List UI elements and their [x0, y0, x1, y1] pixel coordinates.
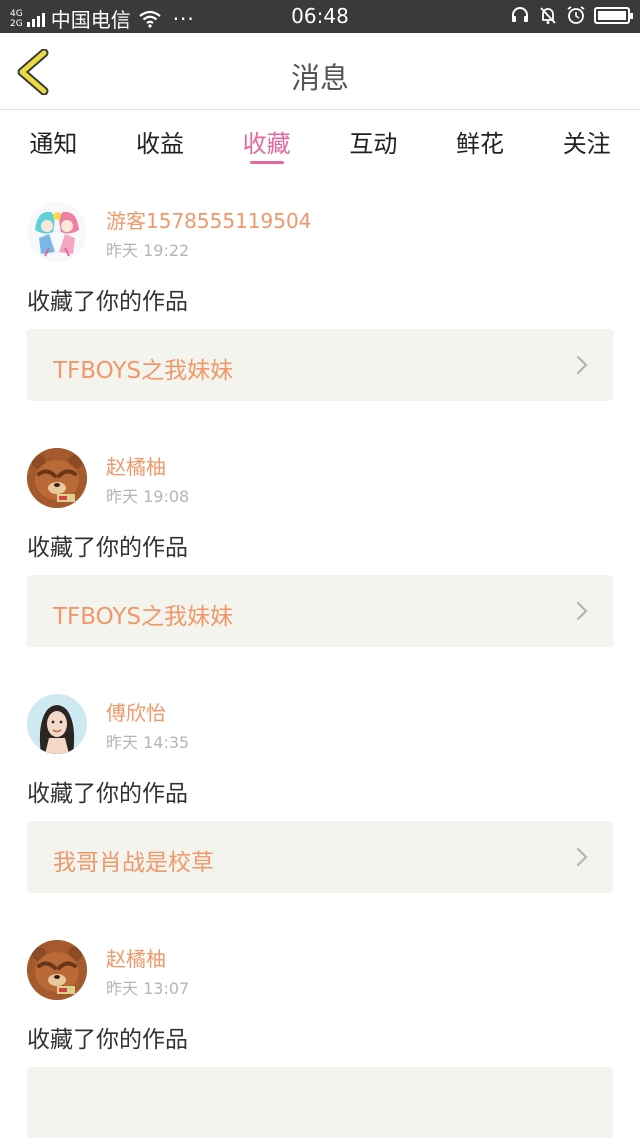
timestamp: 昨天 14:35 — [106, 733, 190, 752]
work-link[interactable] — [27, 1067, 613, 1138]
tab-label: 鲜花 — [456, 130, 505, 158]
active-tab-indicator — [249, 161, 284, 164]
status-right — [510, 5, 633, 25]
tab-notifications[interactable]: 通知 — [0, 110, 107, 172]
timestamp: 昨天 13:07 — [106, 979, 190, 998]
work-title: TFBOYS之我妹妹 — [53, 604, 234, 630]
message-list: 游客1578555119504 昨天 19:22 收藏了你的作品 TFBOYS之… — [0, 172, 640, 1138]
page-title: 消息 — [290, 61, 349, 95]
avatar[interactable] — [27, 940, 87, 1000]
avatar[interactable] — [27, 694, 87, 754]
action-text: 收藏了你的作品 — [27, 781, 188, 807]
tab-interactions[interactable]: 互动 — [320, 110, 427, 172]
girl-photo-avatar-icon — [27, 694, 87, 754]
username[interactable]: 赵橘柚 — [106, 943, 166, 972]
work-title: 我哥肖战是校草 — [53, 850, 214, 876]
anime-avatar-icon — [27, 202, 87, 262]
status-bar: 4G 2G 中国电信 ··· 06:48 — [0, 0, 640, 33]
tab-flowers[interactable]: 鲜花 — [427, 110, 534, 172]
title-bar: 消息 — [0, 33, 640, 110]
username[interactable]: 赵橘柚 — [106, 451, 166, 480]
action-text: 收藏了你的作品 — [27, 535, 188, 561]
chevron-right-icon — [576, 847, 588, 867]
message-card: 赵橘柚 昨天 19:08 收藏了你的作品 TFBOYS之我妹妹 — [0, 418, 640, 664]
message-card: 傅欣怡 昨天 14:35 收藏了你的作品 我哥肖战是校草 — [0, 664, 640, 910]
tab-label: 关注 — [562, 130, 611, 158]
tab-label: 收藏 — [242, 130, 291, 158]
tab-following[interactable]: 关注 — [533, 110, 640, 172]
tab-label: 通知 — [29, 130, 78, 158]
work-link[interactable]: TFBOYS之我妹妹 — [27, 329, 613, 401]
chevron-right-icon — [576, 601, 588, 621]
timestamp: 昨天 19:08 — [106, 487, 190, 506]
alarm-icon — [567, 6, 585, 24]
work-link[interactable]: 我哥肖战是校草 — [27, 821, 613, 893]
username[interactable]: 游客1578555119504 — [106, 205, 311, 234]
work-link[interactable]: TFBOYS之我妹妹 — [27, 575, 613, 647]
tab-label: 收益 — [136, 130, 184, 158]
bear-avatar-icon — [27, 448, 87, 508]
work-title: TFBOYS之我妹妹 — [53, 358, 234, 384]
message-card: 游客1578555119504 昨天 19:22 收藏了你的作品 TFBOYS之… — [0, 172, 640, 418]
bear-avatar-icon — [27, 940, 87, 1000]
chevron-right-icon — [576, 355, 588, 375]
username[interactable]: 傅欣怡 — [106, 697, 166, 726]
tab-earnings[interactable]: 收益 — [107, 110, 214, 172]
tab-bar: 通知 收益 收藏 互动 鲜花 关注 — [0, 110, 640, 172]
tab-label: 互动 — [349, 130, 398, 158]
avatar[interactable] — [27, 448, 87, 508]
timestamp: 昨天 19:22 — [106, 241, 190, 260]
tab-favorites[interactable]: 收藏 — [213, 110, 320, 172]
action-text: 收藏了你的作品 — [27, 289, 188, 315]
avatar[interactable] — [27, 202, 87, 262]
bell-off-icon — [540, 7, 556, 24]
battery-icon — [594, 6, 633, 24]
message-card: 赵橘柚 昨天 13:07 收藏了你的作品 — [0, 910, 640, 1138]
action-text: 收藏了你的作品 — [27, 1027, 188, 1053]
headset-icon — [512, 7, 528, 22]
